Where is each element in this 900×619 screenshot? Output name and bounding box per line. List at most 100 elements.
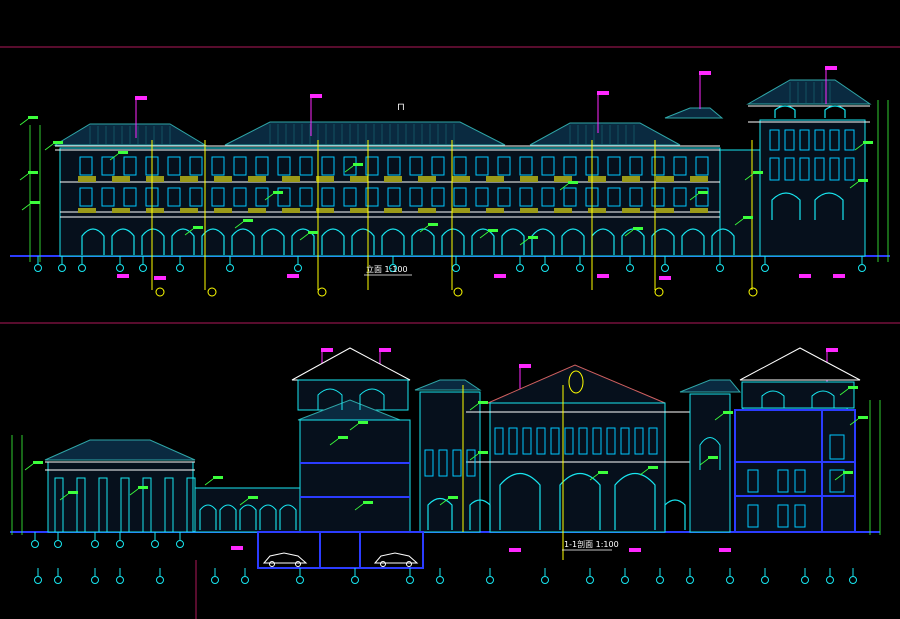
bottom-section-title: 1-1剖面 1:100 xyxy=(564,539,619,549)
tag-label xyxy=(494,274,506,278)
annotation-text-block xyxy=(308,231,318,234)
balcony-band xyxy=(418,176,436,182)
annotation-text-block xyxy=(363,501,373,504)
tag-label xyxy=(597,91,609,95)
balcony-band xyxy=(78,176,96,182)
balcony-band xyxy=(78,208,96,213)
balcony-band xyxy=(588,176,606,182)
bottom-left-tower xyxy=(291,347,411,533)
annotation-text-block xyxy=(478,451,488,454)
tag-label xyxy=(719,548,731,552)
tag-label xyxy=(154,276,166,280)
balcony-band xyxy=(316,176,334,182)
tag-label xyxy=(597,274,609,278)
balcony-band xyxy=(350,176,368,182)
annotation-text-block xyxy=(118,151,128,154)
cad-drawing-canvas[interactable]: 立面 1:100 ⊓ 1-1剖面 1:100 xyxy=(0,0,900,619)
tag-label xyxy=(379,348,391,352)
annotation-text-block xyxy=(273,191,283,194)
annotation-text-block xyxy=(598,471,608,474)
balcony-band xyxy=(384,176,402,182)
tag-label xyxy=(509,548,521,552)
balcony-band xyxy=(520,176,538,182)
balcony-band xyxy=(214,176,232,182)
annotation-text-block xyxy=(528,236,538,239)
annotation-text-block xyxy=(138,486,148,489)
annotation-text-block xyxy=(848,386,858,389)
balcony-band xyxy=(316,208,334,213)
tag-label xyxy=(310,94,322,98)
annotation-text-block xyxy=(33,461,43,464)
tag-label xyxy=(135,96,147,100)
annotation-text-block xyxy=(723,411,733,414)
balcony-band xyxy=(112,208,130,213)
balcony-band xyxy=(282,176,300,182)
tag-label xyxy=(799,274,811,278)
balcony-band xyxy=(690,176,708,182)
top-elevation-title: 立面 1:100 xyxy=(366,264,408,274)
balcony-band xyxy=(282,208,300,213)
annotation-text-block xyxy=(743,216,753,219)
balcony-band xyxy=(520,208,538,213)
low-wing xyxy=(194,487,301,533)
tag-label xyxy=(231,546,243,550)
annotation-text-block xyxy=(213,476,223,479)
annotation-text-block xyxy=(28,171,38,174)
balcony-band xyxy=(418,208,436,213)
annotation-text-block xyxy=(353,163,363,166)
annotation-text-block xyxy=(243,219,253,222)
balcony-band xyxy=(622,176,640,182)
annotation-text-block xyxy=(358,421,368,424)
annotation-text-block xyxy=(568,181,578,184)
tag-label xyxy=(321,348,333,352)
annotation-text-block xyxy=(30,201,40,204)
balcony-band xyxy=(180,176,198,182)
bottom-right-tower xyxy=(733,347,861,533)
annotation-text-block xyxy=(428,223,438,226)
balcony-band xyxy=(180,208,198,213)
balcony-band xyxy=(554,208,572,213)
top-right-tower-body xyxy=(759,119,866,257)
annotation-text-block xyxy=(708,456,718,459)
annotation-text-block xyxy=(648,466,658,469)
annotation-text-block xyxy=(338,436,348,439)
annotation-text-block xyxy=(858,416,868,419)
balcony-band xyxy=(248,176,266,182)
annotation-text-block xyxy=(843,471,853,474)
annotation-text-block xyxy=(68,491,78,494)
tag-label xyxy=(833,274,845,278)
balcony-band xyxy=(656,208,674,213)
annotation-text-block xyxy=(488,229,498,232)
balcony-band xyxy=(214,208,232,213)
tag-label xyxy=(826,348,838,352)
annotation-text-block xyxy=(633,227,643,230)
tag-label xyxy=(699,71,711,75)
annotation-text-block xyxy=(858,179,868,182)
annotation-text-block xyxy=(28,116,38,119)
balcony-band xyxy=(384,208,402,213)
top-link-body xyxy=(719,149,761,257)
balcony-band xyxy=(350,208,368,213)
tag-label xyxy=(629,548,641,552)
balcony-band xyxy=(452,208,470,213)
balcony-band xyxy=(452,176,470,182)
balcony-band xyxy=(622,208,640,213)
annotation-text-block xyxy=(863,141,873,144)
annotation-text-block xyxy=(753,171,763,174)
balcony-band xyxy=(486,176,504,182)
tag-label xyxy=(659,276,671,280)
tag-label xyxy=(519,364,531,368)
balcony-band xyxy=(588,208,606,213)
balcony-band xyxy=(112,176,130,182)
tag-label xyxy=(117,274,129,278)
tag-label xyxy=(825,66,837,70)
annotation-text-block xyxy=(448,496,458,499)
annotation-text-block xyxy=(193,226,203,229)
balcony-band xyxy=(248,208,266,213)
balcony-band xyxy=(146,176,164,182)
balcony-band xyxy=(690,208,708,213)
tag-label xyxy=(287,274,299,278)
annotation-text-block xyxy=(478,401,488,404)
annotation-text-block xyxy=(698,191,708,194)
cursor-mark: ⊓ xyxy=(397,102,405,113)
